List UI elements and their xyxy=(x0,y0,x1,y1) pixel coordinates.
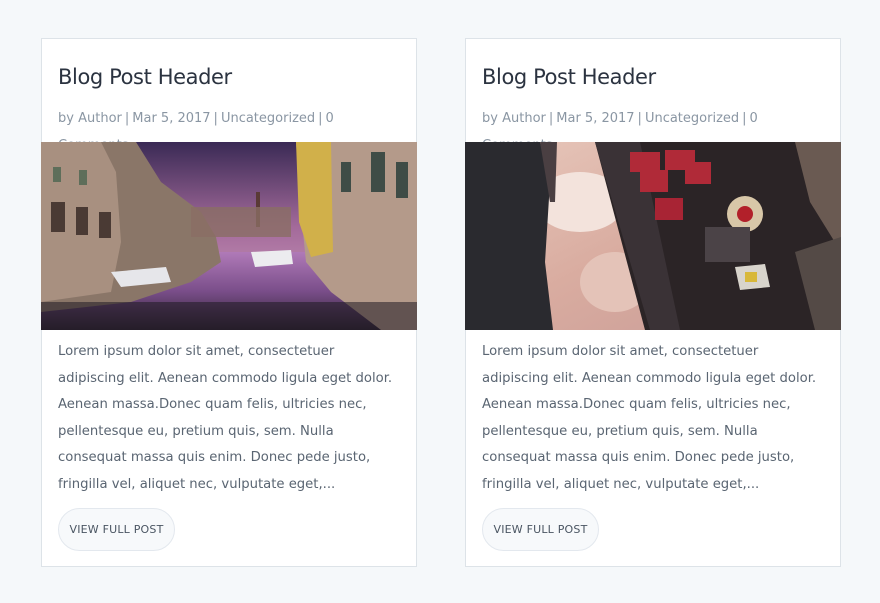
category-link[interactable]: Uncategorized xyxy=(221,111,315,126)
meta-separator: | xyxy=(637,111,642,126)
meta-by: by xyxy=(58,111,74,126)
author-link[interactable]: Author xyxy=(502,111,546,126)
meta-separator: | xyxy=(213,111,218,126)
post-excerpt: Lorem ipsum dolor sit amet, consectetuer… xyxy=(58,344,393,492)
blog-post-card: Blog Post Header by Author | Mar 5, 2017 | U… xyxy=(41,38,417,567)
meta-separator: | xyxy=(124,111,130,126)
post-date: Mar 5, 2017 xyxy=(556,111,635,126)
author-link[interactable]: Author xyxy=(78,111,122,126)
post-featured-image[interactable] xyxy=(465,142,841,330)
meta-by: by xyxy=(482,111,498,126)
view-full-post-button[interactable]: VIEW FULL POST xyxy=(482,508,599,551)
meta-separator: | xyxy=(318,111,323,126)
post-date: Mar 5, 2017 xyxy=(132,111,211,126)
post-title[interactable]: Blog Post Header xyxy=(482,65,656,89)
view-full-post-button[interactable]: VIEW FULL POST xyxy=(58,508,175,551)
post-featured-image[interactable] xyxy=(41,142,417,330)
post-title[interactable]: Blog Post Header xyxy=(58,65,232,89)
meta-separator: | xyxy=(548,111,554,126)
category-link[interactable]: Uncategorized xyxy=(645,111,739,126)
post-excerpt: Lorem ipsum dolor sit amet, consectetuer… xyxy=(482,344,817,492)
meta-separator: | xyxy=(742,111,747,126)
blog-post-card: Blog Post Header by Author | Mar 5, 2017 | U… xyxy=(465,38,841,567)
